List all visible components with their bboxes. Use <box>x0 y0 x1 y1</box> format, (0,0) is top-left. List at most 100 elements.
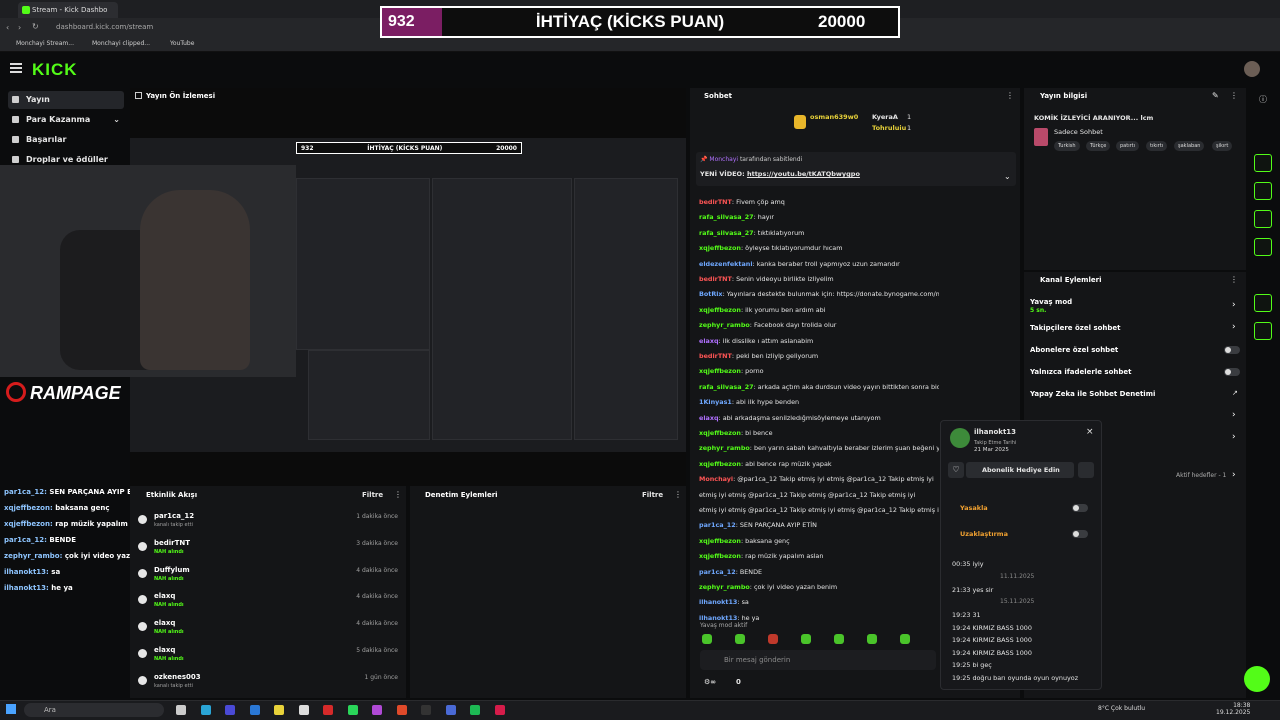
top-gifter[interactable]: osman639w0 <box>810 113 858 121</box>
chat-username[interactable]: 1Kinyas1 <box>699 398 732 406</box>
emote-icon[interactable] <box>768 634 778 644</box>
rail-button-store[interactable] <box>1254 294 1272 312</box>
more-options-icon[interactable]: ⋮ <box>394 490 402 499</box>
chat-username[interactable]: bedirTNT <box>699 198 732 206</box>
bookmark-item[interactable]: YouTube <box>170 40 194 47</box>
stream-tag[interactable]: şaklaban <box>1174 141 1205 151</box>
chat-username[interactable]: ilhanokt13 <box>699 614 737 622</box>
info-icon[interactable]: ⓘ <box>1259 94 1267 105</box>
emote-icon[interactable] <box>834 634 844 644</box>
avatar[interactable] <box>1244 61 1260 77</box>
url-field[interactable]: dashboard.kick.com/stream <box>56 23 153 31</box>
chat-username[interactable]: BotRix <box>699 290 723 298</box>
more-options-icon[interactable]: ⋮ <box>1006 91 1014 100</box>
ban-toggle[interactable] <box>1072 504 1088 512</box>
more-options-icon[interactable]: ⋮ <box>674 490 682 499</box>
chat-username[interactable]: ilhanokt13 <box>699 598 737 606</box>
chevron-right-icon[interactable]: › <box>1232 410 1236 420</box>
chat-username[interactable]: elaxq <box>699 337 719 345</box>
chat-username[interactable]: zephyr_rambo <box>699 583 750 591</box>
chat-username[interactable]: rafa_silvasa_27 <box>699 383 754 391</box>
chat-username[interactable]: xqjeffbezon <box>699 244 741 252</box>
clock[interactable]: 18:38 19.12.2025 <box>1216 702 1250 716</box>
taskbar-app-icon[interactable] <box>421 705 431 715</box>
chat-username[interactable]: xqjeffbezon <box>699 429 741 437</box>
taskbar-app-icon[interactable] <box>396 705 407 715</box>
close-icon[interactable]: × <box>1086 427 1094 437</box>
back-icon[interactable]: ‹ <box>6 23 9 32</box>
menu-icon[interactable] <box>10 63 22 73</box>
moderation-filter-button[interactable]: Filtre <box>642 491 663 499</box>
more-options-icon[interactable]: ⋮ <box>1230 275 1238 284</box>
chat-username[interactable]: rafa_silvasa_27 <box>699 229 754 237</box>
rail-button-bolt[interactable] <box>1254 182 1272 200</box>
forward-icon[interactable]: › <box>18 23 21 32</box>
chat-username[interactable]: elaxq <box>699 414 719 422</box>
chat-username[interactable]: zephyr_rambo <box>699 321 750 329</box>
more-options-icon[interactable]: ⋮ <box>1230 91 1238 100</box>
windows-icon[interactable] <box>6 704 16 714</box>
chat-username[interactable]: eldezenfektani <box>699 260 753 268</box>
taskbar-app-icon[interactable] <box>249 705 260 715</box>
chat-settings-icon[interactable]: ⚙∞ <box>704 678 716 686</box>
ai-moderation-label[interactable]: Yapay Zeka ile Sohbet Denetimi <box>1030 390 1155 398</box>
taskbar-app-icon[interactable] <box>298 705 309 715</box>
chevron-right-icon[interactable]: › <box>1232 322 1236 332</box>
chat-input[interactable]: Bir mesaj gönderin <box>700 650 936 670</box>
chevron-right-icon[interactable]: › <box>1232 432 1236 442</box>
chat-username[interactable]: par1ca_12 <box>699 521 736 529</box>
external-link-icon[interactable]: ↗ <box>1232 389 1238 397</box>
taskbar-search[interactable]: Ara <box>24 703 164 717</box>
stream-tag[interactable]: Türkçe <box>1086 141 1111 151</box>
kick-logo[interactable]: KICK <box>32 60 78 80</box>
bookmark-item[interactable]: Monchayi clipped... <box>92 40 150 47</box>
chat-username[interactable]: zephyr_rambo <box>699 444 750 452</box>
rail-button-card[interactable] <box>1254 210 1272 228</box>
sidebar-item-stream[interactable]: Yayın <box>8 91 124 109</box>
support-chat-button[interactable] <box>1244 666 1270 692</box>
taskbar-app-icon[interactable] <box>200 705 211 715</box>
heart-icon[interactable]: ♡ <box>948 462 964 478</box>
emote-icon[interactable] <box>801 634 811 644</box>
stream-tag[interactable]: tıkırtı <box>1146 141 1168 151</box>
gift-sub-button[interactable]: Abonelik Hediye Edin <box>966 462 1074 478</box>
followers-only-label[interactable]: Takipçilere özel sohbet <box>1030 324 1121 332</box>
slow-mode-label[interactable]: Yavaş mod <box>1030 298 1072 306</box>
chat-username[interactable]: bedirTNT <box>699 352 732 360</box>
stream-tag[interactable]: patırtı <box>1116 141 1139 151</box>
subscribers-only-toggle[interactable] <box>1224 346 1240 354</box>
emote-icon[interactable] <box>867 634 877 644</box>
chat-username[interactable]: xqjeffbezon <box>699 460 741 468</box>
chat-username[interactable]: par1ca_12 <box>699 568 736 576</box>
chat-username[interactable]: rafa_silvasa_27 <box>699 213 754 221</box>
taskbar-app-icon[interactable] <box>176 705 186 715</box>
chevron-right-icon[interactable]: › <box>1232 470 1236 480</box>
chat-username[interactable]: xqjeffbezon <box>699 552 741 560</box>
timeout-toggle[interactable] <box>1072 530 1088 538</box>
emote-icon[interactable] <box>702 634 712 644</box>
emote-icon[interactable] <box>900 634 910 644</box>
reload-icon[interactable]: ↻ <box>32 22 39 31</box>
taskbar-app-icon[interactable] <box>470 705 480 715</box>
taskbar-app-icon[interactable] <box>274 705 284 715</box>
chevron-down-icon[interactable]: ⌄ <box>1004 172 1011 181</box>
taskbar-app-icon[interactable] <box>445 705 456 715</box>
taskbar-app-icon[interactable] <box>225 705 235 715</box>
chat-username[interactable]: bedirTNT <box>699 275 732 283</box>
stream-tag[interactable]: şikırt <box>1212 141 1233 151</box>
chat-username[interactable]: xqjeffbezon <box>699 306 741 314</box>
pin-icon[interactable] <box>1078 462 1094 478</box>
activity-filter-button[interactable]: Filtre <box>362 491 383 499</box>
top-gifter[interactable]: Tohruluiu <box>872 124 906 132</box>
sidebar-item-monetization[interactable]: Para Kazanma ⌄ <box>8 111 124 129</box>
taskbar-app-icon[interactable] <box>494 705 505 715</box>
rail-button-chat[interactable] <box>1254 238 1272 256</box>
sidebar-item-achievements[interactable]: Başarılar <box>8 131 124 149</box>
top-gifter[interactable]: KyeraA <box>872 113 898 121</box>
emote-icon[interactable] <box>735 634 745 644</box>
taskbar-app-icon[interactable] <box>323 705 333 715</box>
browser-tab[interactable]: Stream - Kick Dashbo <box>18 2 118 18</box>
active-goals[interactable]: Aktif hedefler - 1 <box>1176 472 1226 479</box>
chevron-right-icon[interactable]: › <box>1232 300 1236 310</box>
rail-button-tools[interactable] <box>1254 322 1272 340</box>
